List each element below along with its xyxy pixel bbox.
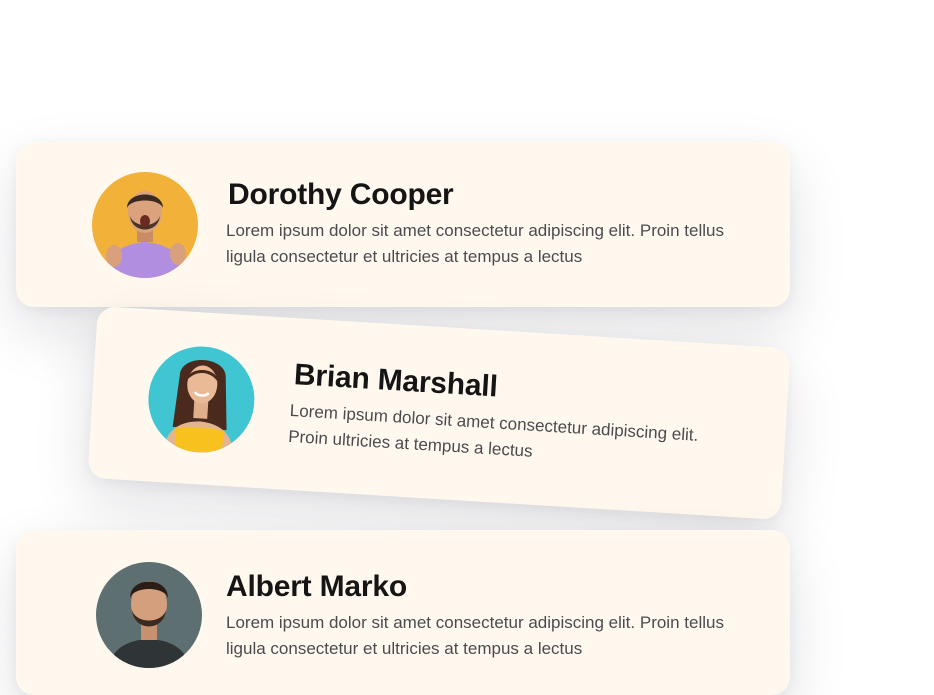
testimonial-text: Lorem ipsum dolor sit amet consectetur a… xyxy=(287,400,699,461)
testimonial-name: Dorothy Cooper xyxy=(228,178,454,211)
avatar-photo-man-portrait xyxy=(96,562,202,668)
avatar-photo-man-cheering xyxy=(92,172,198,278)
avatar xyxy=(145,343,258,456)
avatar xyxy=(92,172,198,278)
testimonial-name: Albert Marko xyxy=(226,570,407,603)
testimonial-name: Brian Marshall xyxy=(293,358,499,404)
testimonial-card: Albert Marko Lorem ipsum dolor sit amet … xyxy=(16,530,790,695)
testimonial-text: Lorem ipsum dolor sit amet consectetur a… xyxy=(226,613,724,658)
testimonial-text: Lorem ipsum dolor sit amet consectetur a… xyxy=(226,221,724,266)
avatar xyxy=(96,562,202,668)
testimonial-card: Dorothy Cooper Lorem ipsum dolor sit ame… xyxy=(16,142,790,307)
testimonial-card: Brian Marshall Lorem ipsum dolor sit ame… xyxy=(87,305,791,521)
avatar-photo-woman-smiling xyxy=(145,343,258,456)
